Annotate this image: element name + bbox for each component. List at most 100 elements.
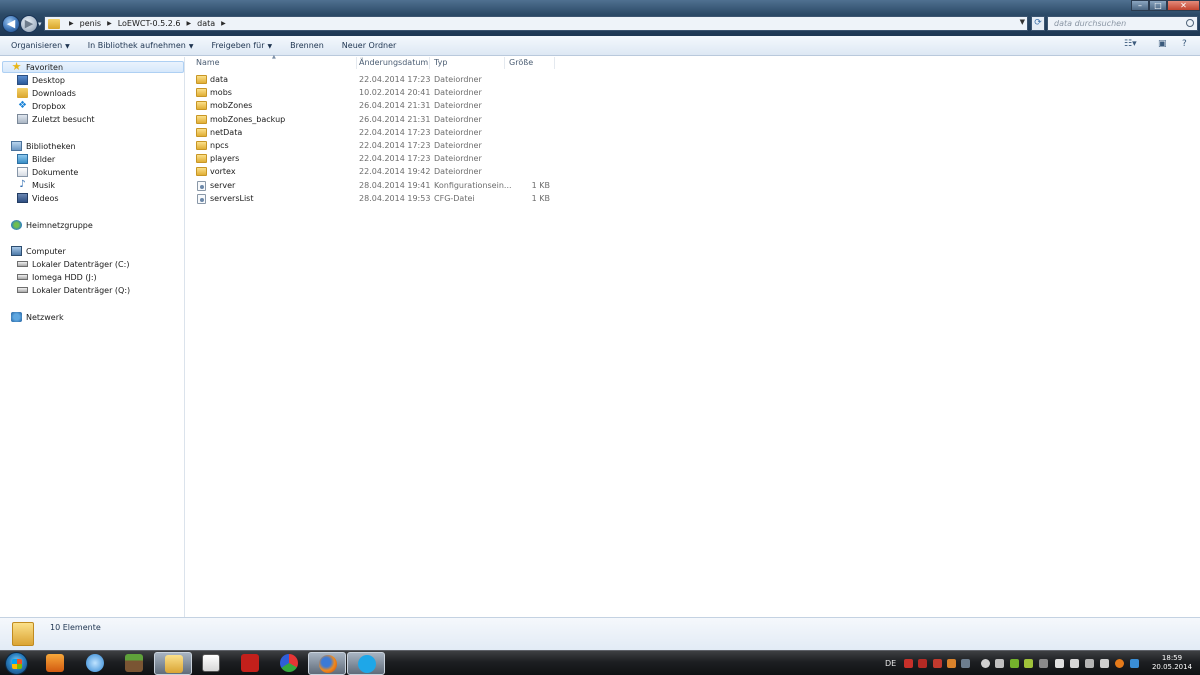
taskbar-itunes[interactable] bbox=[76, 652, 114, 675]
tray-app-icon[interactable] bbox=[947, 659, 956, 668]
steam-icon[interactable] bbox=[1039, 659, 1048, 668]
chevron-right-icon[interactable]: ▶ bbox=[221, 20, 226, 27]
sidebar-item-network[interactable]: Netzwerk bbox=[11, 311, 64, 323]
refresh-button[interactable]: ⟳ bbox=[1031, 16, 1045, 31]
chevron-right-icon[interactable]: ▶ bbox=[187, 20, 192, 27]
hard-drive-icon bbox=[17, 274, 28, 280]
sidebar-item-drive-j[interactable]: Iomega HDD (J:) bbox=[17, 271, 97, 283]
sidebar-item-downloads[interactable]: Downloads bbox=[17, 87, 76, 99]
sidebar-item-drive-q[interactable]: Lokaler Datenträger (Q:) bbox=[17, 284, 130, 296]
recent-places-icon bbox=[17, 114, 28, 124]
breadcrumb-item-2[interactable]: data bbox=[197, 19, 215, 28]
back-button[interactable]: ◀ bbox=[2, 15, 20, 33]
hard-drive-icon bbox=[17, 287, 28, 293]
file-name: mobZones bbox=[210, 101, 253, 111]
taskbar-filezilla[interactable] bbox=[231, 652, 269, 675]
minimize-button[interactable]: – bbox=[1131, 0, 1149, 11]
table-row[interactable]: server 28.04.2014 19:41 Konfigurationsein.… bbox=[186, 179, 586, 192]
folder-icon bbox=[196, 75, 207, 84]
sidebar-item-recent[interactable]: Zuletzt besucht bbox=[17, 113, 95, 125]
file-icon bbox=[197, 193, 206, 204]
sidebar-item-computer[interactable]: Computer bbox=[11, 245, 66, 257]
file-date: 26.04.2014 21:31 bbox=[359, 101, 431, 111]
address-bar[interactable]: ▶ penis ▶ LoEWCT-0.5.2.6 ▶ data ▶ ▼ bbox=[44, 16, 1028, 31]
sidebar-item-pictures[interactable]: Bilder bbox=[17, 153, 55, 165]
taskbar-firefox[interactable] bbox=[308, 652, 346, 675]
tray-app-icon[interactable] bbox=[981, 659, 990, 668]
search-placeholder: data durchsuchen bbox=[1054, 19, 1127, 28]
tray-app-icon[interactable] bbox=[933, 659, 942, 668]
table-row[interactable]: serversList 28.04.2014 19:53 CFG-Datei 1 KB bbox=[186, 192, 586, 205]
help-icon[interactable]: ? bbox=[1182, 39, 1187, 52]
include-library-menu[interactable]: In Bibliothek aufnehmen ▼ bbox=[88, 41, 194, 50]
language-indicator[interactable]: DE bbox=[885, 659, 896, 668]
file-size: 1 KB bbox=[531, 193, 550, 203]
taskbar-app-rgb[interactable] bbox=[270, 652, 308, 675]
table-row[interactable]: mobZones_backup 26.04.2014 21:31 Dateiordn… bbox=[186, 113, 586, 126]
column-header-type[interactable]: Typ bbox=[430, 57, 505, 69]
tray-app-icon[interactable] bbox=[1115, 659, 1124, 668]
tray-app-icon[interactable] bbox=[1024, 659, 1033, 668]
taskbar-vnc[interactable] bbox=[192, 652, 230, 675]
maximize-button[interactable]: □ bbox=[1149, 0, 1167, 11]
breadcrumb-item-0[interactable]: penis bbox=[80, 19, 101, 28]
sidebar-item-dropbox[interactable]: ❖ Dropbox bbox=[17, 100, 66, 112]
tray-app-icon[interactable] bbox=[918, 659, 927, 668]
table-row[interactable]: mobZones 26.04.2014 21:31 Dateiordner bbox=[186, 99, 586, 112]
table-row[interactable]: mobs 10.02.2014 20:41 Dateiordner bbox=[186, 86, 586, 99]
taskbar-explorer[interactable] bbox=[154, 652, 192, 675]
sidebar-item-drive-c[interactable]: Lokaler Datenträger (C:) bbox=[17, 258, 129, 270]
table-row[interactable]: vortex 22.04.2014 19:42 Dateiordner bbox=[186, 165, 586, 178]
column-header-date[interactable]: Änderungsdatum bbox=[355, 57, 430, 69]
table-row[interactable]: players 22.04.2014 17:23 Dateiordner bbox=[186, 152, 586, 165]
table-row[interactable]: netData 22.04.2014 17:23 Dateiordner bbox=[186, 126, 586, 139]
start-button[interactable] bbox=[5, 652, 28, 675]
folder-icon bbox=[196, 127, 207, 137]
tray-app-icon[interactable] bbox=[1100, 659, 1109, 668]
system-clock[interactable]: 18:59 20.05.2014 bbox=[1150, 654, 1194, 672]
table-row[interactable]: data 22.04.2014 17:23 Dateiordner bbox=[186, 73, 586, 86]
sidebar-item-libraries[interactable]: Bibliotheken bbox=[11, 140, 76, 152]
chevron-right-icon[interactable]: ▶ bbox=[69, 20, 74, 27]
network-status-icon[interactable] bbox=[1055, 659, 1064, 668]
organize-menu[interactable]: Organisieren ▼ bbox=[11, 41, 70, 50]
tray-app-icon[interactable] bbox=[1085, 659, 1094, 668]
column-header-size[interactable]: Größe bbox=[505, 57, 555, 69]
sidebar-item-homegroup[interactable]: Heimnetzgruppe bbox=[11, 219, 93, 231]
sidebar-item-label: Desktop bbox=[32, 75, 65, 85]
sidebar-item-documents[interactable]: Dokumente bbox=[17, 166, 78, 178]
sidebar-item-label: Netzwerk bbox=[26, 312, 64, 322]
file-name: vortex bbox=[210, 167, 236, 177]
sidebar-item-videos[interactable]: Videos bbox=[17, 192, 59, 204]
chevron-right-icon[interactable]: ▶ bbox=[107, 20, 112, 27]
sidebar-item-desktop[interactable]: Desktop bbox=[17, 74, 65, 86]
new-folder-button[interactable]: Neuer Ordner bbox=[342, 41, 397, 50]
dropbox-icon[interactable] bbox=[1130, 659, 1139, 668]
pictures-icon bbox=[17, 154, 28, 164]
preview-pane-icon[interactable]: ▣ bbox=[1158, 39, 1167, 52]
burn-button[interactable]: Brennen bbox=[290, 41, 324, 50]
taskbar-media-player[interactable] bbox=[36, 652, 74, 675]
taskbar-skype[interactable] bbox=[347, 652, 385, 675]
share-menu[interactable]: Freigeben für ▼ bbox=[211, 41, 272, 50]
volume-icon[interactable] bbox=[995, 659, 1004, 668]
view-options-icon[interactable]: ☷▾ bbox=[1124, 39, 1137, 52]
search-icon[interactable] bbox=[1186, 19, 1194, 27]
breadcrumb-item-1[interactable]: LoEWCT-0.5.2.6 bbox=[118, 19, 181, 28]
table-row[interactable]: npcs 22.04.2014 17:23 Dateiordner bbox=[186, 139, 586, 152]
action-center-flag-icon[interactable] bbox=[1070, 659, 1079, 668]
close-button[interactable]: ✕ bbox=[1167, 0, 1200, 11]
tray-app-icon[interactable] bbox=[961, 659, 970, 668]
search-input[interactable]: data durchsuchen bbox=[1047, 16, 1198, 31]
file-size: 1 KB bbox=[531, 180, 550, 190]
forward-button[interactable]: ▶ bbox=[20, 15, 38, 33]
chevron-down-icon[interactable]: ▼ bbox=[1020, 18, 1025, 26]
column-header-name[interactable]: Name bbox=[192, 57, 357, 69]
nvidia-icon[interactable] bbox=[1010, 659, 1019, 668]
taskbar-minecraft[interactable] bbox=[115, 652, 153, 675]
tray-app-icon[interactable] bbox=[904, 659, 913, 668]
filezilla-icon bbox=[241, 654, 259, 672]
sidebar-item-favorites[interactable]: ★ Favoriten bbox=[2, 61, 184, 73]
color-circles-icon bbox=[280, 654, 298, 672]
sidebar-item-music[interactable]: ♪ Musik bbox=[17, 179, 55, 191]
